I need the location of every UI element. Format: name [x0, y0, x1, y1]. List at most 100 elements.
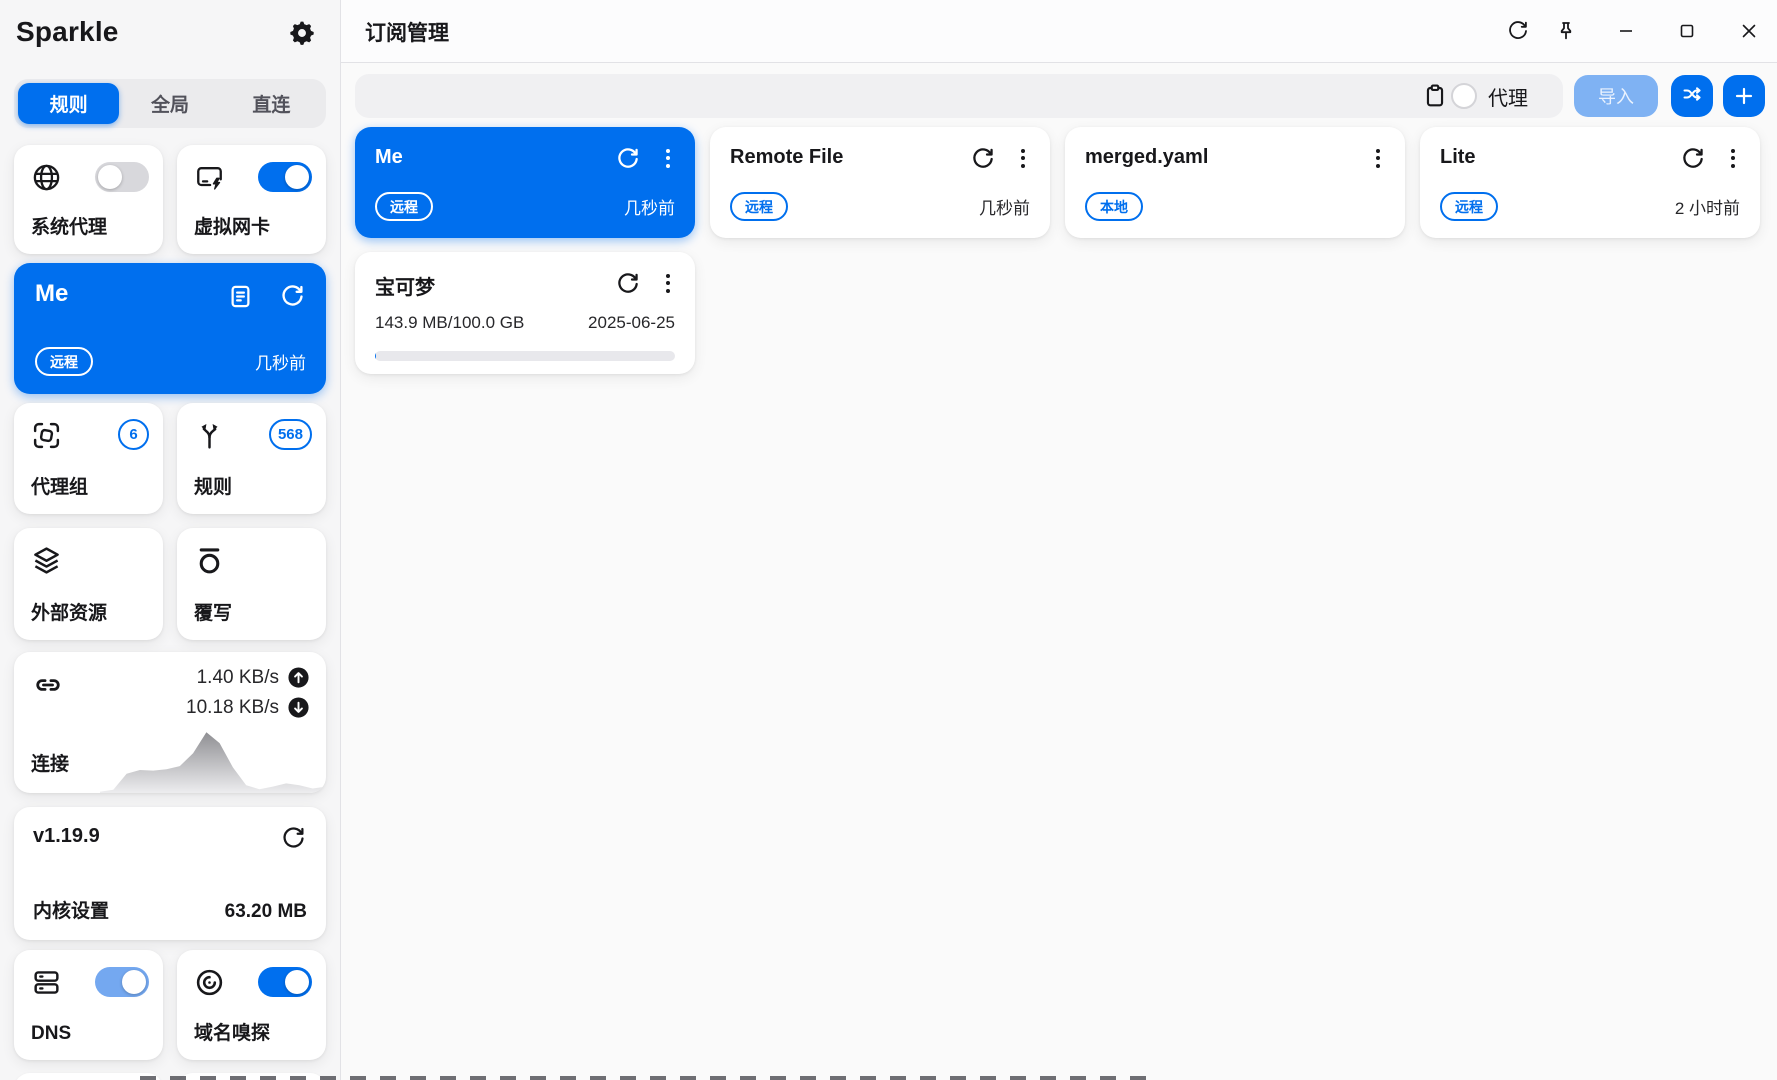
tab-rule-mode[interactable]: 规则: [18, 83, 119, 124]
tun-label: 虚拟网卡: [194, 212, 270, 239]
add-subscription-button[interactable]: [1723, 75, 1765, 117]
external-resources-card[interactable]: 外部资源: [14, 528, 163, 640]
profile-card-remote-file[interactable]: Remote File 远程 几秒前: [710, 127, 1050, 238]
main-header: 订阅管理: [341, 0, 1777, 63]
refresh-icon[interactable]: [1680, 146, 1706, 172]
rules-fork-icon: [194, 420, 225, 451]
proxy-checkbox-label: 代理: [1488, 74, 1528, 118]
update-all-button[interactable]: [1671, 75, 1713, 117]
refresh-icon[interactable]: [970, 146, 996, 172]
proxy-group-icon: [31, 420, 62, 451]
traffic-progress-bar: [375, 351, 675, 361]
active-profile-card[interactable]: Me 远程 几秒前: [14, 263, 326, 394]
dns-server-icon: [31, 967, 62, 998]
profile-name: Lite: [1440, 146, 1476, 169]
close-button[interactable]: [1735, 17, 1763, 45]
import-button[interactable]: 导入: [1574, 75, 1658, 117]
profile-updated-time: 几秒前: [624, 194, 675, 219]
profile-updated-time: 2 小时前: [1675, 194, 1740, 219]
more-menu-icon[interactable]: [655, 270, 681, 296]
kernel-refresh-icon[interactable]: [280, 825, 307, 852]
profile-traffic-usage: 143.9 MB/100.0 GB: [375, 313, 524, 333]
rules-label: 规则: [194, 472, 232, 499]
system-proxy-card[interactable]: 系统代理: [14, 145, 163, 254]
virtual-nic-icon: [194, 162, 225, 193]
external-resources-label: 外部资源: [31, 598, 107, 625]
subscription-search-input[interactable]: [355, 74, 1563, 118]
connections-label: 连接: [31, 749, 69, 776]
plus-icon: [1732, 84, 1756, 108]
profile-type-badge: 远程: [1440, 192, 1498, 221]
link-icon: [32, 669, 64, 701]
profile-updated-time: 几秒前: [255, 349, 306, 374]
background-window-artifact: [140, 1076, 1150, 1080]
paste-from-clipboard-button[interactable]: [1422, 74, 1448, 118]
use-proxy-checkbox[interactable]: [1451, 74, 1477, 118]
more-menu-icon[interactable]: [1010, 145, 1036, 171]
maximize-icon: [1675, 19, 1699, 43]
profile-type-badge: 远程: [35, 347, 93, 376]
tun-toggle[interactable]: [258, 162, 312, 192]
rules-count-badge: 568: [269, 419, 312, 450]
edit-file-icon[interactable]: [227, 283, 254, 310]
proxy-groups-count-badge: 6: [118, 419, 149, 450]
kernel-version: v1.19.9: [33, 825, 100, 848]
layers-icon: [31, 545, 62, 576]
close-icon: [1737, 19, 1761, 43]
tab-direct-mode[interactable]: 直连: [221, 83, 322, 124]
tab-global-mode[interactable]: 全局: [119, 83, 220, 124]
more-menu-icon[interactable]: [1365, 145, 1391, 171]
profile-card-me[interactable]: Me 远程 几秒前: [355, 127, 695, 238]
refresh-icon[interactable]: [279, 283, 306, 310]
minimize-icon: [1614, 19, 1638, 43]
sniff-label: 域名嗅探: [194, 1018, 270, 1045]
refresh-all-button[interactable]: [1504, 17, 1532, 45]
refresh-icon[interactable]: [615, 146, 641, 172]
refresh-icon[interactable]: [615, 271, 641, 297]
profile-name: 宝可梦: [375, 271, 435, 300]
minimize-button[interactable]: [1612, 17, 1640, 45]
rules-card[interactable]: 568 规则: [177, 403, 326, 514]
kernel-settings-card[interactable]: v1.19.9 内核设置 63.20 MB: [14, 807, 326, 940]
shuffle-icon: [1680, 84, 1704, 108]
more-menu-icon[interactable]: [1720, 145, 1746, 171]
connections-card[interactable]: 1.40 KB/s 10.18 KB/s 连接: [14, 652, 326, 793]
profile-type-badge: 远程: [730, 192, 788, 221]
profile-card-pokemon[interactable]: 宝可梦 143.9 MB/100.0 GB 2025-06-25: [355, 252, 695, 374]
pin-icon: [1554, 19, 1578, 43]
clipboard-icon: [1422, 83, 1448, 109]
proxy-groups-card[interactable]: 6 代理组: [14, 403, 163, 514]
override-label: 覆写: [194, 598, 232, 625]
sniff-toggle[interactable]: [258, 967, 312, 997]
pin-window-button[interactable]: [1552, 17, 1580, 45]
system-proxy-toggle[interactable]: [95, 162, 149, 192]
sniff-card[interactable]: 域名嗅探: [177, 950, 326, 1060]
app-title: Sparkle: [16, 16, 119, 48]
override-card[interactable]: 覆写: [177, 528, 326, 640]
kernel-settings-label: 内核设置: [33, 896, 109, 923]
active-profile-name: Me: [35, 280, 68, 308]
upload-speed: 1.40 KB/s: [197, 667, 279, 689]
arrow-down-circle-icon: [287, 696, 310, 719]
tun-card[interactable]: 虚拟网卡: [177, 145, 326, 254]
globe-icon: [31, 162, 62, 193]
kernel-memory: 63.20 MB: [225, 901, 307, 923]
sidebar: Sparkle 规则 全局 直连 系统代理: [0, 0, 340, 1080]
app-window: Sparkle 规则 全局 直连 系统代理: [0, 0, 1777, 1080]
profile-name: Me: [375, 146, 403, 169]
more-menu-icon[interactable]: [655, 145, 681, 171]
dns-label: DNS: [31, 1023, 71, 1045]
maximize-button[interactable]: [1673, 17, 1701, 45]
profile-updated-time: 2025-06-25: [588, 313, 675, 333]
main-panel: 订阅管理: [341, 0, 1777, 1080]
dns-toggle[interactable]: [95, 967, 149, 997]
profile-updated-time: 几秒前: [979, 194, 1030, 219]
profile-card-lite[interactable]: Lite 远程 2 小时前: [1420, 127, 1760, 238]
traffic-progress-fill: [375, 351, 376, 361]
profile-card-merged-yaml[interactable]: merged.yaml 本地: [1065, 127, 1405, 238]
dns-card[interactable]: DNS: [14, 950, 163, 1060]
proxy-groups-label: 代理组: [31, 472, 88, 499]
profile-type-badge: 远程: [375, 192, 433, 221]
settings-button[interactable]: [288, 18, 318, 48]
outbound-mode-tabs: 规则 全局 直连: [14, 79, 326, 128]
